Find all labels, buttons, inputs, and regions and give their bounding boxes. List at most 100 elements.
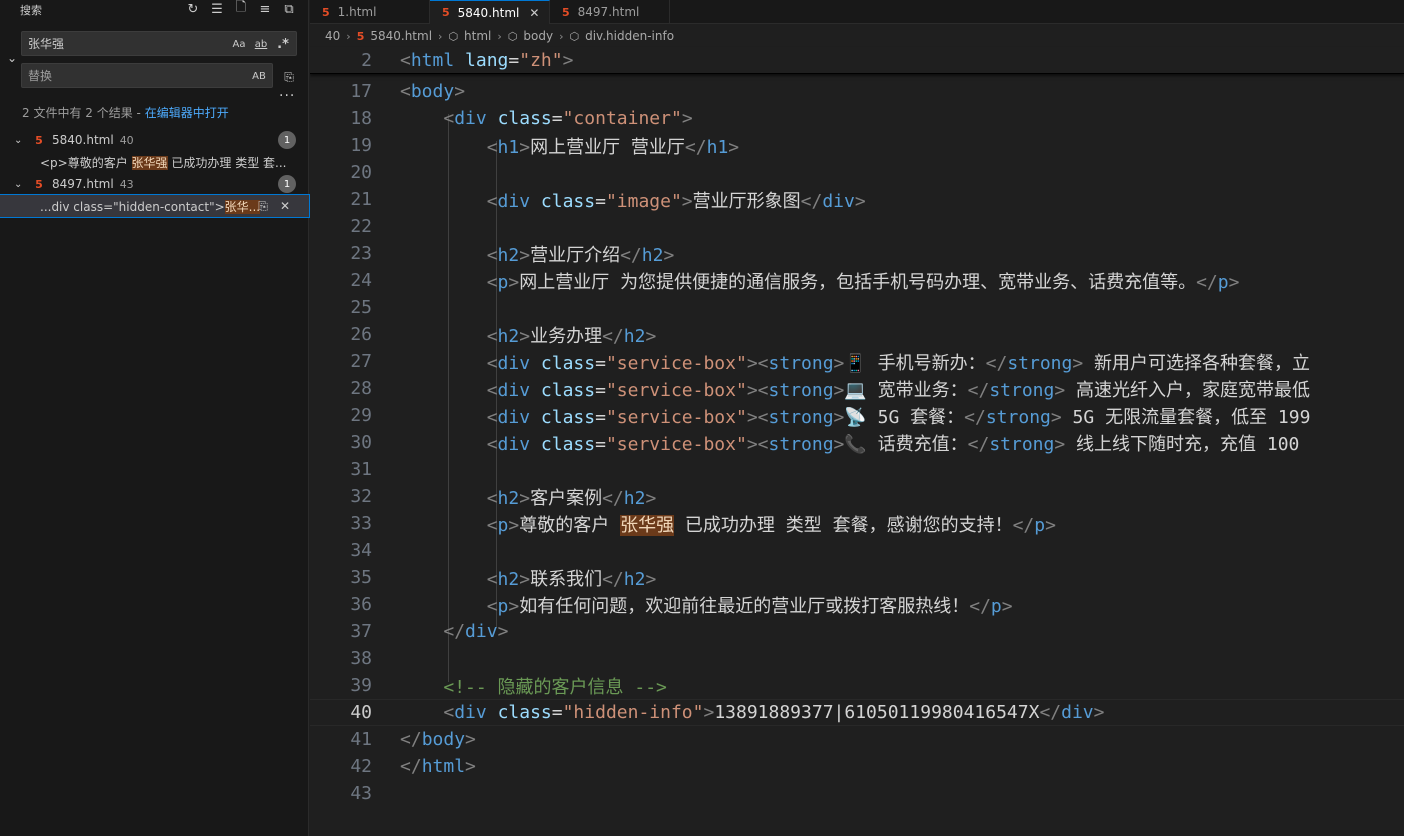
replace-match-icon[interactable]: ⎘ xyxy=(255,198,271,214)
line-number: 17 xyxy=(350,81,372,102)
code-line[interactable]: 30 <div class="service-box"><strong>📞 话费… xyxy=(310,429,1404,456)
line-number: 40 xyxy=(350,702,372,723)
chevron-down-icon[interactable]: ⌄ xyxy=(14,135,28,146)
result-file-name: 5840.html xyxy=(52,133,114,147)
line-number: 21 xyxy=(350,189,372,210)
code-line[interactable]: 18 <div class="container"> xyxy=(310,105,1404,132)
line-number: 28 xyxy=(350,378,372,399)
code-text: <div class="hidden-info">13891889377|610… xyxy=(443,702,1105,723)
more-options-icon[interactable]: ··· xyxy=(279,88,295,104)
result-match-row-selected[interactable]: ...div class="hidden-contact">张华... ⎘ ✕ xyxy=(0,194,310,218)
sticky-scroll-line[interactable]: 2 <html lang="zh"> xyxy=(310,47,1404,74)
html5-icon: 5 xyxy=(322,5,330,19)
replace-input[interactable] xyxy=(28,68,208,83)
breadcrumb-node[interactable]: html xyxy=(464,29,491,43)
code-line[interactable]: 27 <div class="service-box"><strong>📱 手机… xyxy=(310,348,1404,375)
breadcrumb-node[interactable]: body xyxy=(523,29,553,43)
chevron-down-icon[interactable]: ⌄ xyxy=(14,179,28,190)
code-line[interactable]: 37 </div> xyxy=(310,618,1404,645)
result-file-row[interactable]: ⌄ 5 8497.html 43 1 xyxy=(0,173,309,195)
search-input[interactable] xyxy=(28,36,208,51)
line-number: 43 xyxy=(350,783,372,804)
replace-field[interactable]: AB xyxy=(21,63,273,88)
preserve-case-toggle[interactable]: AB xyxy=(250,67,268,85)
tab-5840-html[interactable]: 5 5840.html ✕ xyxy=(430,0,550,24)
tab-8497-html[interactable]: 5 8497.html xyxy=(550,0,670,24)
line-number: 23 xyxy=(350,243,372,264)
code-line[interactable]: 19 <h1>网上营业厅 营业厅</h1> xyxy=(310,132,1404,159)
code-line[interactable]: 35 <h2>联系我们</h2> xyxy=(310,564,1404,591)
code-line[interactable]: 38 xyxy=(310,645,1404,672)
code-text: </body> xyxy=(400,729,476,750)
sidebar-title: 搜索 xyxy=(20,4,42,17)
view-as-tree-icon[interactable]: ≡ xyxy=(256,0,274,18)
match-count-badge: 1 xyxy=(278,175,296,193)
match-case-toggle[interactable]: Aa xyxy=(230,35,248,53)
close-tab-icon[interactable]: ✕ xyxy=(529,6,539,20)
code-line[interactable]: 21 <div class="image">营业厅形象图</div> xyxy=(310,186,1404,213)
replace-all-icon[interactable]: ⎘ xyxy=(280,68,298,86)
line-number: 25 xyxy=(350,297,372,318)
result-file-row[interactable]: ⌄ 5 5840.html 40 1 xyxy=(0,129,309,151)
new-search-editor-icon[interactable]: 🗋 xyxy=(232,0,250,18)
match-whole-word-toggle[interactable]: ab xyxy=(252,35,270,53)
code-line[interactable]: 26 <h2>业务办理</h2> xyxy=(310,321,1404,348)
code-editor[interactable]: 2 <html lang="zh"> 17 <body> 18 <div cla… xyxy=(310,46,1404,836)
result-match-row[interactable]: <p>尊敬的客户 张华强 已成功办理 类型 套... xyxy=(0,151,309,173)
code-line[interactable]: 34 xyxy=(310,537,1404,564)
current-code-line[interactable]: 40 <div class="hidden-info">13891889377|… xyxy=(310,699,1404,726)
line-number: 33 xyxy=(350,513,372,534)
code-line[interactable]: 20 xyxy=(310,159,1404,186)
editor-tabs: 5 1.html 5 5840.html ✕ 5 8497.html xyxy=(310,0,1404,24)
use-regex-toggle[interactable]: .* xyxy=(274,35,292,53)
code-line[interactable]: 31 xyxy=(310,456,1404,483)
code-text: <div class="service-box"><strong>📞 话费充值：… xyxy=(486,433,1300,455)
breadcrumb-file[interactable]: 5840.html xyxy=(370,29,432,43)
line-number: 2 xyxy=(361,49,372,71)
match-post: 已成功办理 类型 套... xyxy=(167,155,287,170)
code-line[interactable]: 32 <h2>客户案例</h2> xyxy=(310,483,1404,510)
code-text: <div class="container"> xyxy=(443,108,693,129)
code-line[interactable]: 22 xyxy=(310,213,1404,240)
match-text: <p>尊敬的客户 张华强 已成功办理 类型 套... xyxy=(40,154,286,171)
code-line[interactable]: 33 <p>尊敬的客户 张华强 已成功办理 类型 套餐，感谢您的支持！</p> xyxy=(310,510,1404,537)
line-number: 42 xyxy=(350,756,372,777)
open-in-editor-link[interactable]: 在编辑器中打开 xyxy=(145,106,229,120)
code-line[interactable]: 39 <!-- 隐藏的客户信息 --> xyxy=(310,672,1404,699)
code-line[interactable]: 41 </body> xyxy=(310,726,1404,753)
breadcrumb: 40 › 5 5840.html › ⬡ html › ⬡ body › ⬡ d… xyxy=(325,26,674,46)
result-file-name: 8497.html xyxy=(52,177,114,191)
line-number: 39 xyxy=(350,675,372,696)
line-number: 31 xyxy=(350,459,372,480)
code-text: </div> xyxy=(443,621,509,642)
code-line[interactable]: 25 xyxy=(310,294,1404,321)
code-line[interactable]: 43 xyxy=(310,780,1404,807)
html5-icon: 5 xyxy=(35,133,43,147)
code-line[interactable]: 28 <div class="service-box"><strong>💻 宽带… xyxy=(310,375,1404,402)
html5-icon: 5 xyxy=(35,177,43,191)
collapse-all-icon[interactable]: ⧉ xyxy=(280,0,298,18)
code-text: <h1>网上营业厅 营业厅</h1> xyxy=(486,136,740,158)
line-number: 41 xyxy=(350,729,372,750)
tab-1-html[interactable]: 5 1.html xyxy=(310,0,430,24)
line-number: 37 xyxy=(350,621,372,642)
code-line[interactable]: 17 <body> xyxy=(310,78,1404,105)
code-line[interactable]: 29 <div class="service-box"><strong>📡 5G… xyxy=(310,402,1404,429)
match-pre: <p>尊敬的客户 xyxy=(40,155,132,170)
search-field[interactable]: Aa ab .* xyxy=(21,31,297,56)
dismiss-match-icon[interactable]: ✕ xyxy=(277,198,293,214)
clear-results-icon[interactable]: ☰ xyxy=(208,0,226,18)
breadcrumb-node[interactable]: div.hidden-info xyxy=(585,29,674,43)
code-text: </html> xyxy=(400,756,476,777)
breadcrumb-folder[interactable]: 40 xyxy=(325,29,340,43)
html5-icon: 5 xyxy=(442,6,450,19)
code-line[interactable]: 24 <p>网上营业厅 为您提供便捷的通信服务，包括手机号码办理、宽带业务、话费… xyxy=(310,267,1404,294)
code-text: <h2>联系我们</h2> xyxy=(486,568,657,590)
code-line[interactable]: 42 </html> xyxy=(310,753,1404,780)
chevron-right-icon: › xyxy=(346,29,351,43)
refresh-icon[interactable]: ↻ xyxy=(184,0,202,18)
code-line[interactable]: 23 <h2>营业厅介绍</h2> xyxy=(310,240,1404,267)
code-line[interactable]: 36 <p>如有任何问题，欢迎前往最近的营业厅或拨打客服热线！</p> xyxy=(310,591,1404,618)
toggle-replace-chevron-icon[interactable]: ⌄ xyxy=(4,50,20,66)
code-text: <html lang="zh"> xyxy=(400,49,574,71)
